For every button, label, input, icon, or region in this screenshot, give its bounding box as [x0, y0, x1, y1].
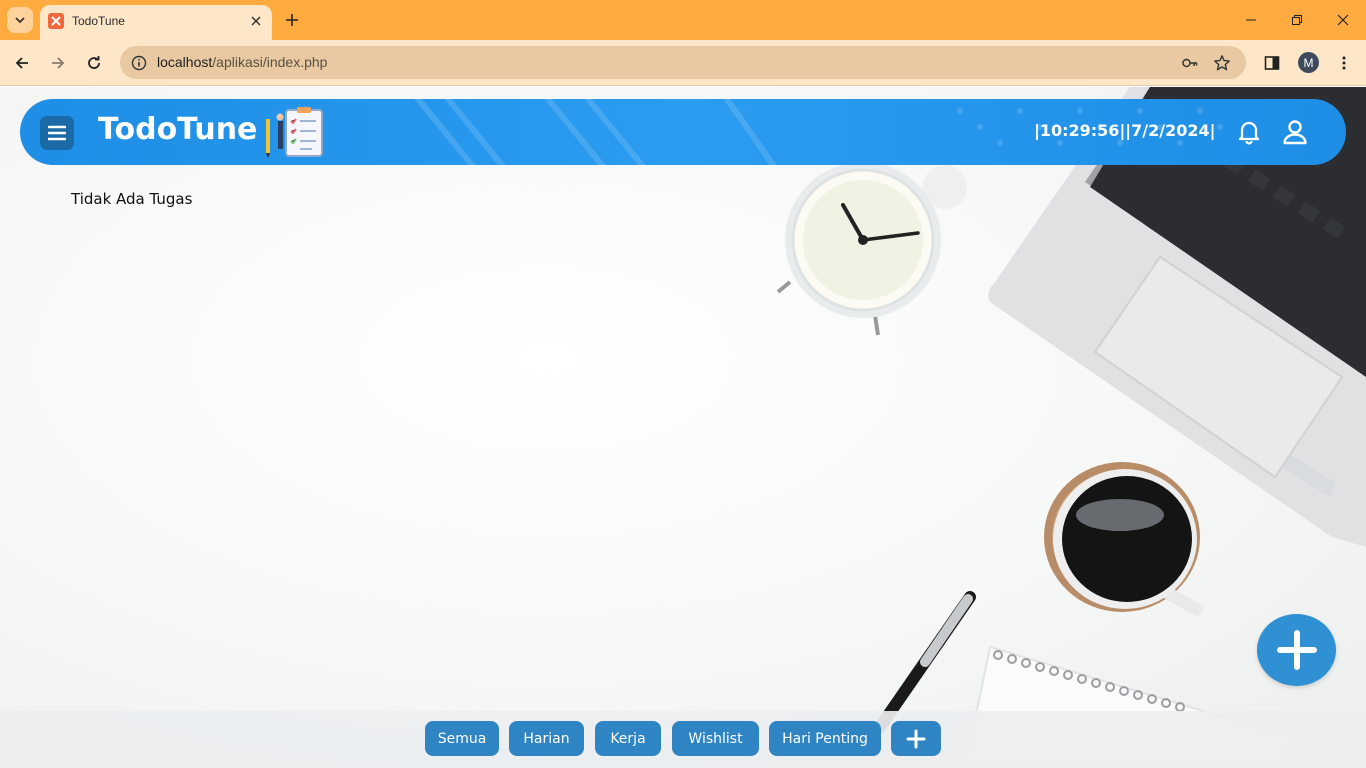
plus-icon	[906, 729, 926, 748]
plus-icon	[286, 14, 298, 26]
notification-button[interactable]	[1235, 118, 1263, 146]
task-checklist-illustration	[266, 107, 323, 158]
category-button-hari-penting[interactable]: Hari Penting	[769, 721, 881, 756]
xampp-favicon-icon	[48, 13, 64, 29]
coffee-cup-illustration	[1044, 462, 1205, 617]
minimize-button[interactable]	[1228, 0, 1274, 40]
alarm-clock-illustration	[776, 162, 967, 336]
browser-menu-button[interactable]	[1330, 49, 1358, 77]
empty-task-message: Tidak Ada Tugas	[71, 190, 193, 208]
datetime-display: |10:29:56||7/2/2024|	[1034, 121, 1216, 140]
category-button-harian[interactable]: Harian	[509, 721, 584, 756]
category-button-semua[interactable]: Semua	[425, 721, 499, 756]
side-panel-button[interactable]	[1258, 49, 1286, 77]
chevron-down-icon	[15, 17, 25, 24]
arrow-right-icon	[52, 57, 65, 69]
plus-icon	[1276, 630, 1317, 670]
close-window-button[interactable]	[1320, 0, 1366, 40]
add-category-button[interactable]	[891, 721, 941, 756]
desk-background-image	[776, 87, 1366, 768]
category-button-kerja[interactable]: Kerja	[595, 721, 661, 756]
forward-button[interactable]	[44, 49, 72, 77]
add-task-button[interactable]	[1257, 614, 1336, 686]
side-panel-icon	[1264, 56, 1280, 70]
user-icon	[1283, 120, 1307, 145]
reload-icon	[88, 56, 100, 69]
bookmark-star-icon[interactable]	[1211, 52, 1232, 73]
reload-button[interactable]	[80, 49, 108, 77]
restore-button[interactable]	[1274, 0, 1320, 40]
browser-tab-strip: TodoTune	[0, 0, 1366, 40]
browser-profile-avatar[interactable]: M	[1298, 52, 1319, 73]
new-tab-button[interactable]	[280, 8, 304, 32]
app-header: TodoTune |10:29:56||7/2/2024|	[20, 99, 1346, 165]
minimize-icon	[1246, 19, 1256, 21]
bell-icon	[1238, 121, 1260, 145]
category-button-wishlist[interactable]: Wishlist	[672, 721, 759, 756]
app-title: TodoTune	[98, 112, 258, 147]
url-path: /aplikasi/index.php	[212, 54, 328, 70]
restore-icon	[1292, 15, 1302, 25]
tab-title: TodoTune	[72, 14, 125, 28]
profile-button[interactable]	[1281, 118, 1309, 146]
hamburger-icon	[48, 125, 66, 141]
menu-button[interactable]	[40, 116, 74, 150]
pen-illustration	[874, 591, 976, 733]
close-icon	[1337, 14, 1349, 26]
page-viewport: TodoTune |10:29:56||7/2/2024| Tidak Ada …	[0, 87, 1366, 768]
password-key-icon[interactable]	[1179, 52, 1200, 73]
tab-search-button[interactable]	[7, 7, 33, 33]
site-info-icon[interactable]	[128, 52, 149, 73]
back-button[interactable]	[8, 49, 36, 77]
browser-toolbar: localhost/aplikasi/index.php M	[0, 40, 1366, 86]
url-text: localhost/aplikasi/index.php	[157, 54, 327, 70]
url-host: localhost	[157, 54, 213, 70]
more-vert-icon	[1342, 56, 1346, 70]
arrow-left-icon	[15, 57, 28, 69]
category-bar: Semua Harian Kerja Wishlist Hari Penting	[0, 711, 1366, 768]
browser-tab[interactable]: TodoTune	[40, 5, 272, 40]
close-tab-icon[interactable]	[248, 13, 264, 29]
address-bar[interactable]: localhost/aplikasi/index.php	[120, 46, 1246, 79]
